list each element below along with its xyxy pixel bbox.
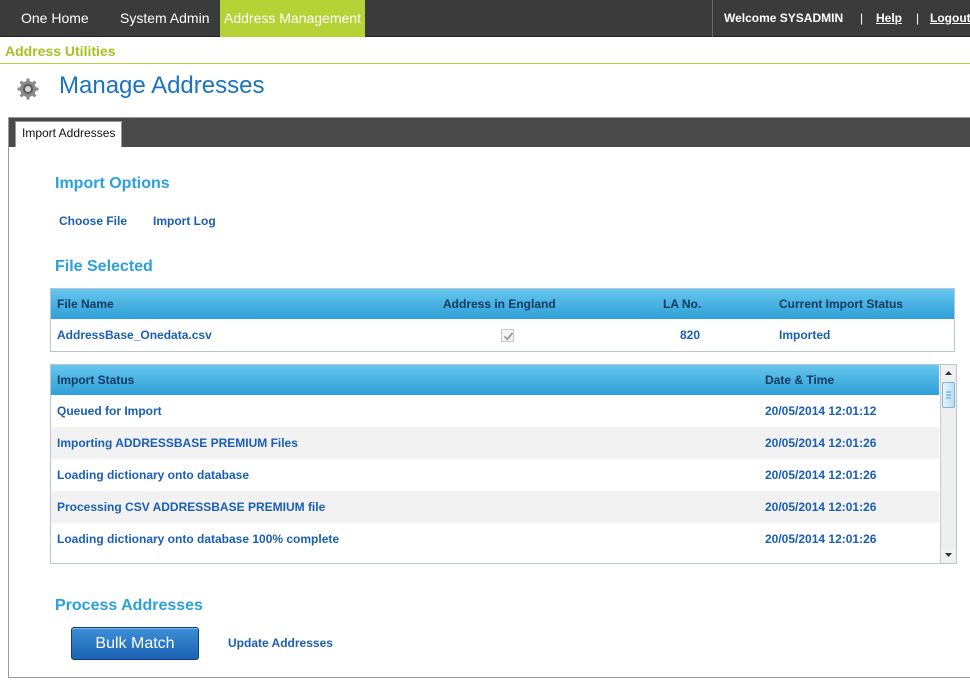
import-status-cell: Imported <box>779 328 831 342</box>
process-addresses-title: Process Addresses <box>55 597 203 614</box>
column-header-file-name[interactable]: File Name <box>57 289 114 319</box>
main-panel: Import Addresses Import Options Choose F… <box>8 117 970 678</box>
column-header-current-import-status[interactable]: Current Import Status <box>779 289 903 319</box>
column-header-la-no[interactable]: LA No. <box>663 289 701 319</box>
datetime-text: 20/05/2014 12:01:26 <box>765 468 877 482</box>
gear-icon <box>17 78 39 100</box>
file-selected-table: File Name Address in England LA No. Curr… <box>50 288 955 352</box>
list-item: Queued for Import 20/05/2014 12:01:12 <box>51 395 939 427</box>
la-no-cell: 820 <box>680 328 701 342</box>
status-text: Loading dictionary onto database <box>57 468 250 482</box>
tab-bar: Import Addresses <box>9 118 970 147</box>
welcome-text: Welcome SYSADMIN <box>724 11 844 25</box>
status-text: Processing CSV ADDRESSBASE PREMIUM file <box>57 500 326 514</box>
import-log-link[interactable]: Import Log <box>153 214 216 228</box>
sub-header: Address Utilities <box>0 38 970 64</box>
tab-import-addresses[interactable]: Import Addresses <box>15 121 123 147</box>
update-addresses-link[interactable]: Update Addresses <box>228 636 333 650</box>
sub-header-title: Address Utilities <box>5 43 116 59</box>
checkmark-icon <box>503 332 514 341</box>
page-title: Manage Addresses <box>59 72 265 99</box>
status-text: Importing ADDRESSBASE PREMIUM Files <box>57 436 298 450</box>
choose-file-link[interactable]: Choose File <box>59 214 127 228</box>
list-item: Loading dictionary onto database 100% co… <box>51 523 939 555</box>
column-header-date-time[interactable]: Date & Time <box>765 365 834 395</box>
column-header-address-in-england[interactable]: Address in England <box>443 289 556 319</box>
nav-item-address-management[interactable]: Address Management <box>220 0 365 37</box>
nav-pipe: | <box>860 11 864 25</box>
status-text: Queued for Import <box>57 404 162 418</box>
bulk-match-button[interactable]: Bulk Match <box>71 627 199 660</box>
status-text: Loading dictionary onto database 100% co… <box>57 532 340 546</box>
arrow-up-icon <box>945 371 952 375</box>
table-header: Import Status Date & Time <box>51 365 939 395</box>
datetime-text: 20/05/2014 12:01:26 <box>765 500 877 514</box>
address-in-england-checkbox <box>501 329 514 342</box>
top-nav: One Home System Admin Address Management… <box>0 0 970 37</box>
nav-item-one-home[interactable]: One Home <box>21 0 89 37</box>
scroll-up-arrow[interactable] <box>941 365 956 381</box>
scroll-thumb[interactable] <box>942 382 955 408</box>
nav-divider <box>712 0 713 37</box>
file-selected-title: File Selected <box>55 258 153 275</box>
grip-icon <box>946 391 951 399</box>
datetime-text: 20/05/2014 12:01:26 <box>765 532 877 546</box>
arrow-down-icon <box>945 553 952 557</box>
file-name-cell[interactable]: AddressBase_Onedata.csv <box>57 319 212 351</box>
list-item: Processing CSV ADDRESSBASE PREMIUM file … <box>51 491 939 523</box>
table-row: AddressBase_Onedata.csv 820 Imported <box>51 319 954 351</box>
nav-item-system-admin[interactable]: System Admin <box>120 0 209 37</box>
table-header: File Name Address in England LA No. Curr… <box>51 289 954 319</box>
list-item: Importing ADDRESSBASE PREMIUM Files 20/0… <box>51 427 939 459</box>
nav-pipe: | <box>916 11 920 25</box>
import-status-table: Import Status Date & Time Queued for Imp… <box>50 364 957 564</box>
import-options-title: Import Options <box>55 175 170 192</box>
scroll-down-arrow[interactable] <box>941 547 956 563</box>
vertical-scrollbar[interactable] <box>940 365 956 563</box>
help-link[interactable]: Help <box>876 0 902 37</box>
datetime-text: 20/05/2014 12:01:26 <box>765 436 877 450</box>
column-header-import-status[interactable]: Import Status <box>57 365 134 395</box>
datetime-text: 20/05/2014 12:01:12 <box>765 404 877 418</box>
logout-link[interactable]: Logout <box>930 0 970 37</box>
list-item: Loading dictionary onto database 20/05/2… <box>51 459 939 491</box>
